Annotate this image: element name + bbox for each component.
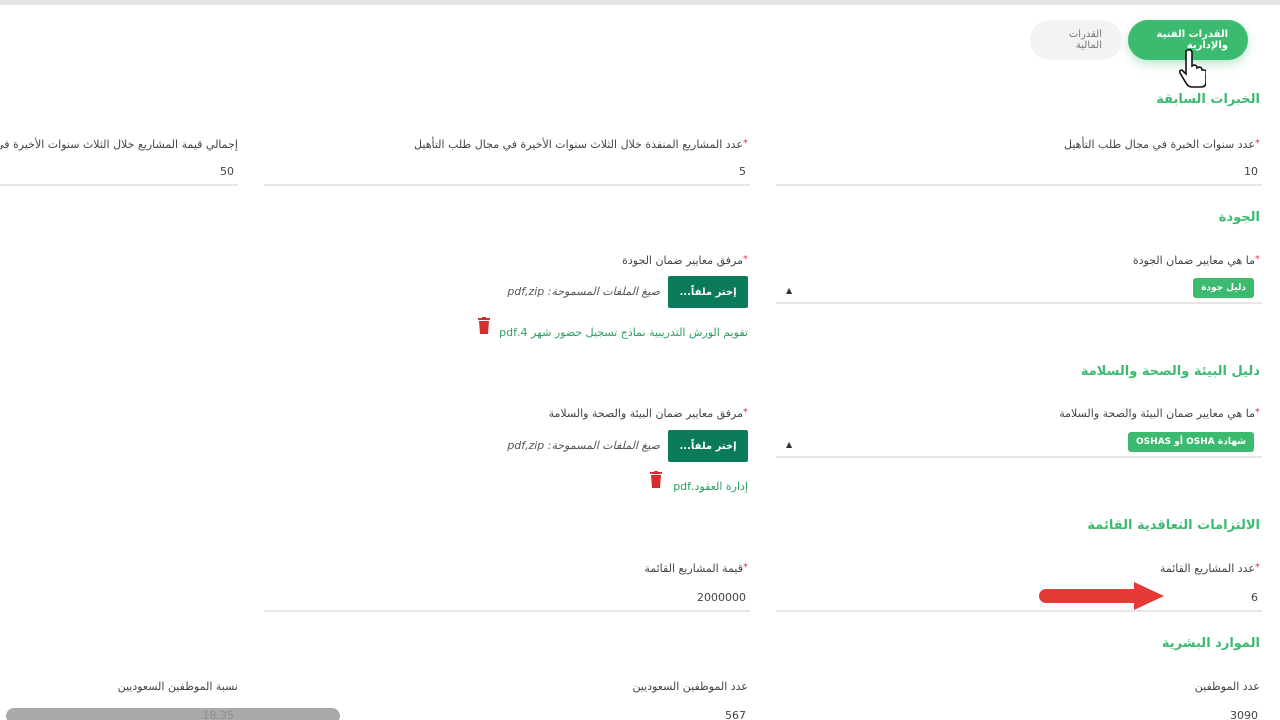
projects-count-label: *عدد المشاريع المنفذة خلال الثلاث سنوات …: [414, 138, 748, 151]
section-quality: الجودة: [1218, 210, 1260, 225]
current-projects-count-field[interactable]: 6: [776, 584, 1262, 612]
saudi-employees-count-label: عدد الموظفين السعوديين: [632, 680, 748, 693]
quality-uploaded-file-link[interactable]: تقويم الورش التدريبية نماذج تسجيل حضور ش…: [499, 326, 748, 339]
form-page: القدرات الفنية والإدارية القدرات المالية…: [0, 0, 1280, 720]
hse-standards-label: *ما هي معايير ضمان البيئة والصحة والسلام…: [1059, 407, 1260, 420]
projects-count-field[interactable]: 5: [264, 158, 750, 186]
employees-count-field[interactable]: 3090: [776, 702, 1262, 720]
years-experience-label: *عدد سنوات الخبرة في مجال طلب التأهيل: [1064, 138, 1260, 151]
tab-bar: القدرات الفنية والإدارية القدرات المالية: [1030, 20, 1248, 60]
current-projects-count-label: *عدد المشاريع القائمة: [1159, 562, 1260, 575]
current-projects-value-field[interactable]: 2000000: [264, 584, 750, 612]
quality-standards-chip[interactable]: دليل جودة: [1193, 278, 1254, 298]
hse-uploaded-file-link[interactable]: إدارة العقود.pdf: [673, 480, 748, 493]
section-contracts: الالتزامات التعاقدية القائمة: [1087, 518, 1260, 533]
quality-choose-file-button[interactable]: إختر ملفاً...: [668, 276, 748, 308]
tab-financial[interactable]: القدرات المالية: [1030, 20, 1122, 60]
section-hse: دليل البيئة والصحة والسلامة: [1080, 364, 1260, 379]
red-arrow-annotation-icon: [1039, 582, 1164, 610]
section-experience: الخبرات السابقة: [1156, 92, 1260, 107]
hand-cursor-icon: [1178, 48, 1206, 88]
projects-total-value-field[interactable]: 50: [0, 158, 238, 186]
hse-allowed-formats: صيغ الملفات المسموحة: pdf,zip: [507, 439, 660, 452]
quality-attachment-label: *مرفق معايير ضمان الجودة: [622, 254, 748, 267]
delete-file-trash-icon[interactable]: [649, 471, 663, 489]
delete-file-trash-icon[interactable]: [477, 317, 491, 335]
current-projects-value-label: *قيمة المشاريع القائمة: [644, 562, 748, 575]
quality-standards-caret-icon[interactable]: ▲: [786, 286, 792, 295]
top-border: [0, 0, 1280, 5]
projects-total-value-label: إجمالي قيمة المشاريع خلال الثلاث سنوات ا…: [0, 138, 238, 151]
employees-count-label: عدد الموظفين: [1194, 680, 1260, 693]
hse-standards-chip[interactable]: شهادة OSHA أو OSHAS: [1128, 432, 1254, 452]
years-experience-field[interactable]: 10: [776, 158, 1262, 186]
hse-standards-caret-icon[interactable]: ▲: [786, 440, 792, 449]
quality-standards-label: *ما هي معايير ضمان الجودة: [1132, 254, 1260, 267]
quality-allowed-formats: صيغ الملفات المسموحة: pdf,zip: [507, 285, 660, 298]
saudi-ratio-label: نسبة الموظفين السعوديين: [117, 680, 238, 693]
section-hr: الموارد البشرية: [1161, 636, 1260, 651]
horizontal-scrollbar[interactable]: [6, 708, 340, 720]
quality-standards-select[interactable]: [776, 276, 1262, 304]
hse-attachment-label: *مرفق معايير ضمان البيئة والصحة والسلامة: [548, 407, 748, 420]
hse-choose-file-button[interactable]: إختر ملفاً...: [668, 430, 748, 462]
